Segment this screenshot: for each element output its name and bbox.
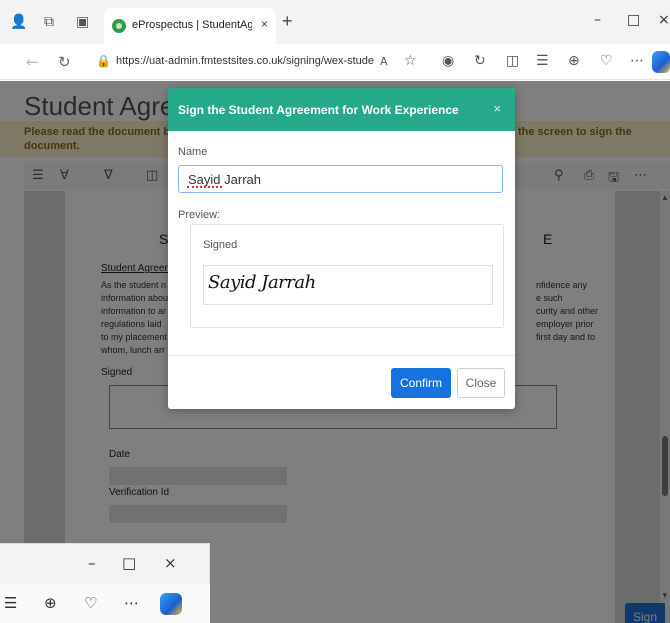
browser-tab[interactable]: eProspectus | StudentAgreement × [104, 8, 276, 44]
signature-area: Sayid Jarrah [203, 265, 493, 305]
url-field[interactable]: https://uat-admin.fmtestsites.co.uk/sign… [116, 55, 374, 67]
read-aloud-icon[interactable]: A [380, 55, 388, 68]
browser-tab-bar: 👤 ⧉ ▣ eProspectus | StudentAgreement × +… [0, 0, 670, 44]
tab-close-icon[interactable]: × [261, 17, 268, 31]
signature-preview: Signed Sayid Jarrah [190, 224, 504, 328]
refresh-icon[interactable]: ↻ [58, 53, 71, 71]
preview-label: Preview: [178, 209, 221, 221]
lock-icon[interactable]: 🔒 [96, 54, 111, 68]
site-favicon-icon [112, 19, 126, 33]
close-button[interactable]: Close [457, 368, 505, 398]
profile-icon[interactable]: 👤 [10, 14, 27, 30]
signature-text: Sayid Jarrah [208, 272, 316, 293]
name-input[interactable] [178, 165, 503, 193]
new-tab-button[interactable]: + [282, 11, 293, 32]
minimize-button[interactable]: – [594, 12, 601, 28]
more-menu-icon[interactable]: ⋯ [630, 53, 644, 69]
confirm-button[interactable]: Confirm [391, 368, 451, 398]
extension-icon[interactable]: ◉ [442, 53, 454, 69]
window-close-button[interactable]: × [658, 12, 670, 28]
address-bar-row: ← ↻ 🔒 https://uat-admin.fmtestsites.co.u… [0, 44, 670, 80]
modal-close-icon[interactable]: × [493, 101, 501, 116]
collections-icon[interactable]: ⊕ [568, 53, 580, 69]
maximize-button[interactable]: □ [627, 12, 640, 28]
workspaces-icon[interactable]: ⧉ [44, 14, 54, 30]
copilot-icon[interactable] [652, 51, 670, 73]
name-label: Name [178, 146, 208, 158]
browser-essentials-icon[interactable]: ♡ [600, 53, 613, 69]
split-screen-icon[interactable]: ◫ [506, 53, 519, 69]
modal-divider [168, 355, 515, 356]
favorites-list-icon[interactable]: ☰ [536, 53, 549, 69]
favorite-star-icon[interactable]: ☆ [404, 53, 417, 69]
tab-title: eProspectus | StudentAgreement [132, 19, 252, 31]
spellcheck-underline [187, 186, 222, 188]
w2-more-menu-icon[interactable]: ⋯ [124, 594, 139, 612]
w2-collections-icon[interactable]: ⊕ [44, 594, 57, 612]
w2-toolbar: ☰ ⊕ ♡ ⋯ [0, 584, 210, 623]
w2-copilot-icon[interactable] [160, 593, 182, 615]
w2-favorites-list-icon[interactable]: ☰ [4, 594, 17, 612]
w2-maximize-button[interactable]: □ [122, 554, 136, 572]
sign-agreement-modal: Sign the Student Agreement for Work Expe… [168, 88, 515, 409]
w2-minimize-button[interactable]: – [88, 554, 96, 572]
back-arrow-icon[interactable]: ← [26, 53, 39, 71]
w2-close-button[interactable]: × [164, 554, 177, 572]
modal-header: Sign the Student Agreement for Work Expe… [168, 88, 515, 131]
w2-browser-essentials-icon[interactable]: ♡ [84, 594, 97, 612]
second-browser-window: – □ × ☰ ⊕ ♡ ⋯ [0, 543, 210, 623]
tab-actions-icon[interactable]: ▣ [76, 14, 89, 30]
preview-signed-label: Signed [203, 239, 238, 251]
refresh-extension-icon[interactable]: ↻ [474, 53, 486, 69]
modal-title: Sign the Student Agreement for Work Expe… [178, 103, 459, 117]
